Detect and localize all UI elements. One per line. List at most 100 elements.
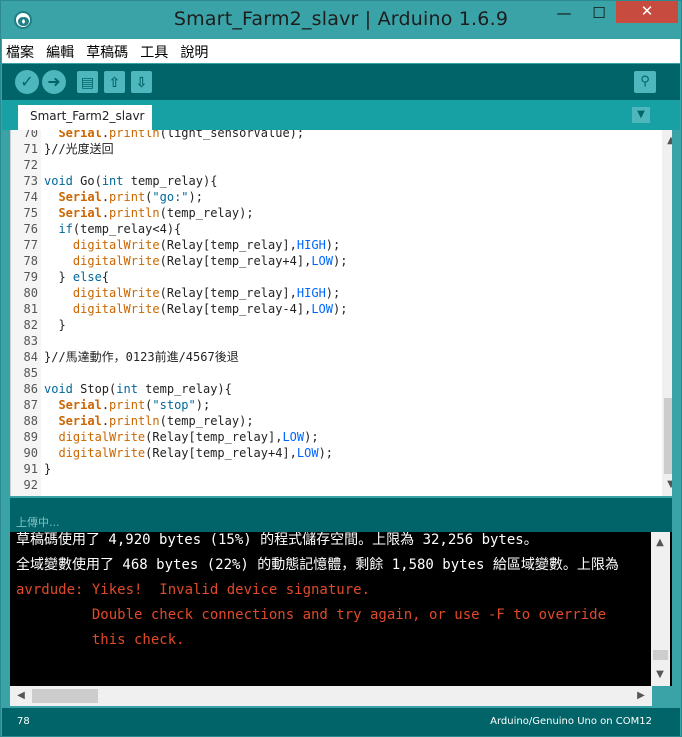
code-text: digitalWrite(Relay[temp_relay],HIGH); — [72, 238, 341, 252]
code-line: 80 digitalWrite(Relay[temp_relay],HIGH); — [11, 285, 651, 301]
code-line: 71}//光度送回 — [11, 141, 651, 157]
code-line: 76 if(temp_relay<4){ — [11, 221, 651, 237]
serial-monitor-button[interactable]: ⚲ — [634, 71, 656, 93]
current-line-number: 78 — [17, 716, 30, 727]
scroll-left-arrow-icon[interactable]: ◀ — [12, 687, 30, 705]
code-line: 84}//馬達動作，0123前進/4567後退 — [11, 349, 651, 365]
code-text: digitalWrite(Relay[temp_relay+4],LOW); — [72, 254, 348, 268]
upload-button[interactable]: ➜ — [42, 70, 66, 94]
console-horizontal-scrollbar[interactable]: ◀ ▶ — [10, 686, 652, 706]
checkmark-icon: ✓ — [20, 72, 34, 91]
new-file-icon: ▤ — [80, 75, 95, 91]
open-button[interactable]: ⇧ — [104, 71, 125, 93]
status-message: 上傳中... — [16, 516, 60, 529]
code-text: Serial.println(light_sensorValue); — [58, 130, 305, 140]
code-text: digitalWrite(Relay[temp_relay],LOW); — [58, 430, 319, 444]
editor-scroll-thumb[interactable] — [664, 398, 672, 474]
code-line: 83 — [11, 333, 651, 349]
code-text: Serial.print("stop"); — [58, 398, 211, 412]
line-number: 81 — [23, 302, 38, 316]
line-number: 84 — [23, 350, 38, 364]
minimize-button[interactable]: — — [550, 3, 578, 25]
line-number: 72 — [23, 158, 38, 172]
menu-bar: 檔案 編輯 草稿碼 工具 說明 — [2, 39, 680, 63]
code-editor[interactable]: 70 Serial.println(light_sensorValue); 71}… — [10, 130, 672, 496]
line-number: 78 — [23, 254, 38, 268]
new-button[interactable]: ▤ — [77, 71, 98, 93]
console-hscroll-thumb[interactable] — [32, 689, 98, 703]
code-line: 90 digitalWrite(Relay[temp_relay+4],LOW)… — [11, 445, 651, 461]
line-number: 79 — [23, 270, 38, 284]
line-number: 73 — [23, 174, 38, 188]
code-line: 91} — [11, 461, 651, 477]
arrow-down-icon: ⇩ — [135, 75, 148, 91]
code-line: 74 Serial.print("go:"); — [11, 189, 651, 205]
code-text: Serial.println(temp_relay); — [58, 414, 254, 428]
line-number: 86 — [23, 382, 38, 396]
code-line: 87 Serial.print("stop"); — [11, 397, 651, 413]
scroll-up-arrow-icon[interactable]: ▲ — [662, 132, 672, 150]
code-text: digitalWrite(Relay[temp_relay+4],LOW); — [58, 446, 334, 460]
code-text: } — [44, 462, 52, 476]
menu-edit[interactable]: 編輯 — [42, 39, 77, 62]
line-number: 83 — [23, 334, 38, 348]
code-line: 82 } — [11, 317, 651, 333]
line-number: 80 — [23, 286, 38, 300]
scroll-right-arrow-icon[interactable]: ▶ — [632, 687, 650, 705]
console-vertical-scrollbar[interactable]: ▲ ▼ — [651, 532, 670, 686]
toolbar: ✓ ➜ ▤ ⇧ ⇩ ⚲ — [2, 64, 680, 100]
line-number: 87 — [23, 398, 38, 412]
tab-menu-button[interactable]: ▼ — [632, 107, 650, 123]
arduino-window: Smart_Farm2_slavr | Arduino 1.6.9 — ☐ ✕ … — [0, 0, 682, 737]
console-error-line: avrdude: Yikes! Invalid device signature… — [16, 582, 371, 598]
maximize-button[interactable]: ☐ — [585, 3, 613, 25]
code-text: digitalWrite(Relay[temp_relay-4],LOW); — [72, 302, 348, 316]
line-number: 90 — [23, 446, 38, 460]
console-scroll-down-arrow-icon[interactable]: ▼ — [651, 666, 669, 684]
code-text: digitalWrite(Relay[temp_relay],HIGH); — [72, 286, 341, 300]
console-scroll-up-arrow-icon[interactable]: ▲ — [651, 534, 669, 552]
console-error-line: Double check connections and try again, … — [16, 607, 607, 623]
console-output: 草稿碼使用了 4,920 bytes (15%) 的程式儲存空間。上限為 32,… — [10, 532, 672, 686]
menu-tools[interactable]: 工具 — [136, 39, 171, 62]
code-text: if(temp_relay<4){ — [58, 222, 182, 236]
editor-vertical-scrollbar[interactable]: ▲ ▼ — [662, 130, 672, 496]
line-number: 89 — [23, 430, 38, 444]
code-line: 73 void Go(int temp_relay){ — [11, 173, 651, 189]
code-line: 72 — [11, 157, 651, 173]
code-text: } — [44, 318, 66, 332]
line-number: 88 — [23, 414, 38, 428]
code-line: 75 Serial.println(temp_relay); — [11, 205, 651, 221]
line-number: 77 — [23, 238, 38, 252]
menu-file[interactable]: 檔案 — [2, 39, 37, 62]
console-info-line: 草稿碼使用了 4,920 bytes (15%) 的程式儲存空間。上限為 32,… — [16, 532, 538, 548]
code-text: Serial.println(temp_relay); — [58, 206, 254, 220]
arrow-right-icon: ➜ — [47, 72, 61, 91]
tab-bar: Smart_Farm2_slavr ▼ — [2, 100, 680, 130]
line-number: 75 — [23, 206, 38, 220]
verify-button[interactable]: ✓ — [15, 70, 39, 94]
line-number: 82 — [23, 318, 38, 332]
console-info-line: 全域變數使用了 468 bytes (22%) 的動態記憶體，剩餘 1,580 … — [16, 557, 619, 573]
code-text: void Go(int temp_relay){ — [44, 174, 218, 188]
code-line: 88 Serial.println(temp_relay); — [11, 413, 651, 429]
code-line: 78 digitalWrite(Relay[temp_relay+4],LOW)… — [11, 253, 651, 269]
code-line: 79 } else{ — [11, 269, 651, 285]
status-bar: 上傳中... — [10, 498, 672, 532]
console-scroll-thumb[interactable] — [653, 650, 668, 660]
code-line: 85 — [11, 365, 651, 381]
magnifier-icon: ⚲ — [640, 74, 650, 89]
line-number: 70 — [23, 130, 38, 140]
window-title: Smart_Farm2_slavr | Arduino 1.6.9 — [173, 8, 509, 30]
code-text: Serial.print("go:"); — [58, 190, 203, 204]
line-number: 85 — [23, 366, 38, 380]
save-button[interactable]: ⇩ — [131, 71, 152, 93]
scroll-down-arrow-icon[interactable]: ▼ — [662, 476, 672, 494]
code-line: 77 digitalWrite(Relay[temp_relay],HIGH); — [11, 237, 651, 253]
menu-sketch[interactable]: 草稿碼 — [82, 39, 131, 62]
tab-smart-farm2-slavr[interactable]: Smart_Farm2_slavr — [18, 105, 152, 130]
menu-help[interactable]: 說明 — [176, 39, 211, 62]
triangle-down-icon: ▼ — [637, 109, 645, 120]
close-button[interactable]: ✕ — [616, 1, 678, 23]
code-line: 86 void Stop(int temp_relay){ — [11, 381, 651, 397]
